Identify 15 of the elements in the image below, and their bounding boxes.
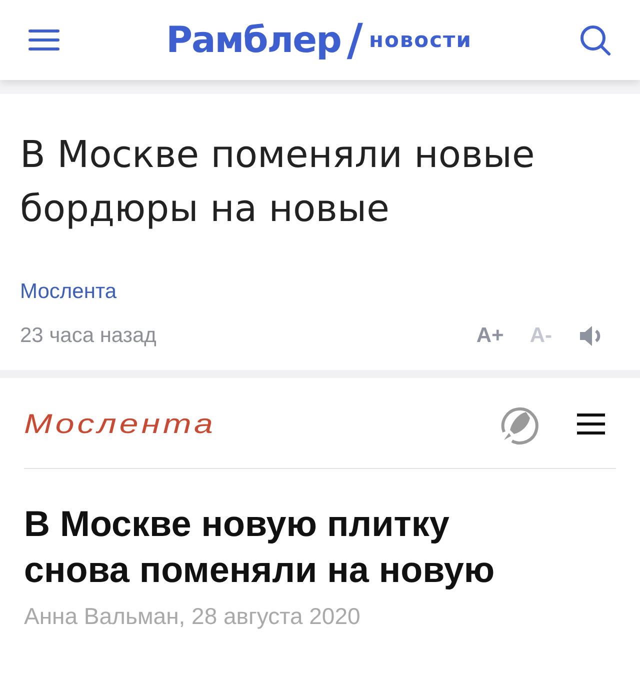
increase-font-button[interactable]: A+: [476, 324, 504, 348]
menu-button[interactable]: [576, 413, 606, 435]
menu-icon: [28, 28, 60, 52]
menu-icon: [576, 413, 606, 435]
search-button[interactable]: [578, 23, 612, 57]
section-name: новости: [368, 28, 472, 52]
article-title: В Москве поменяли новые бордюры на новые: [20, 132, 536, 232]
logo-slash: /: [346, 14, 363, 66]
search-icon: [578, 23, 612, 57]
site-logo[interactable]: Рамблер: [166, 20, 341, 60]
article-byline: Анна Вальман, 28 августа 2020: [24, 603, 362, 630]
publish-time: 23 часа назад: [20, 324, 156, 348]
source-link[interactable]: Мослента: [20, 280, 116, 304]
article-title: В Москве новую плитку снова поменяли на новую: [24, 502, 496, 592]
site-logo[interactable]: Мослента: [24, 408, 216, 440]
